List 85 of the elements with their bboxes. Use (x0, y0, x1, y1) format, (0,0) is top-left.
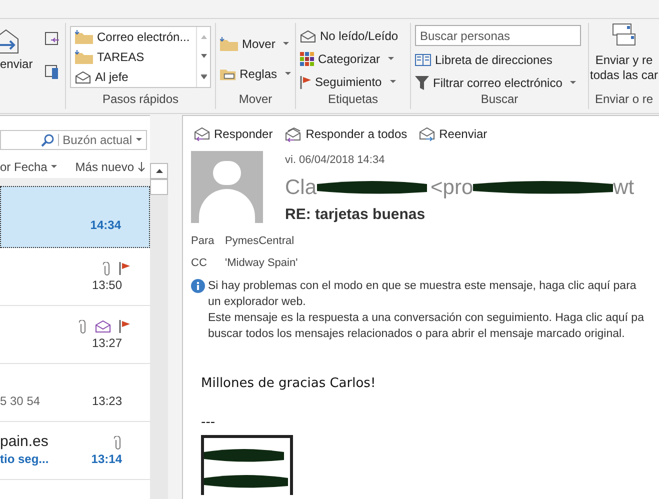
down-arrow-icon (138, 162, 145, 172)
filter-icon (415, 76, 429, 90)
reply-all-icon (284, 126, 302, 142)
paperclip-icon (79, 320, 87, 334)
flag-icon (300, 76, 311, 88)
folder-icon (75, 30, 93, 44)
ribbon-button[interactable]: Filtrar correo electrónico (415, 74, 584, 92)
ribbon-button[interactable]: Seguimiento (300, 73, 406, 91)
scrollbar[interactable] (150, 163, 168, 499)
sender-address: <pro (430, 174, 474, 200)
info-text: buscar todos los mensajes relacionados o para abrir el mensaje marcado original. (208, 326, 626, 342)
expand-icon[interactable] (200, 74, 206, 80)
recipient-label: Para (191, 234, 216, 248)
rules-icon (220, 67, 236, 81)
scroll-up-icon[interactable] (156, 169, 162, 173)
message-time: 13:50 (92, 276, 122, 294)
quick-step-item[interactable]: Al jefe (75, 68, 192, 86)
flag-icon (119, 320, 130, 333)
paperclip-icon (114, 436, 122, 450)
caret-icon (51, 165, 58, 169)
ribbon-button[interactable]: Libreta de direcciones (415, 51, 584, 69)
group-label: Etiquetas (326, 93, 380, 108)
ribbon-button[interactable]: Categorizar (300, 50, 406, 68)
caret-icon (136, 138, 142, 142)
message-time: 13:14 (91, 450, 122, 468)
caret-icon (283, 42, 290, 46)
forward-button[interactable]: enviar (0, 27, 33, 109)
message-sender: pain.es (0, 432, 48, 452)
info-text: un explorador web. (208, 294, 307, 310)
group-label: Enviar o re (594, 93, 654, 108)
search-scope-field[interactable]: Buzón actual (0, 130, 147, 150)
info-icon (191, 278, 205, 292)
category-grid-icon (300, 52, 314, 66)
message-date: vi. 06/04/2018 14:34 (285, 153, 386, 168)
body-text: --- (201, 414, 216, 432)
recipient-label: CC (191, 256, 208, 271)
calendar-icon[interactable] (44, 31, 59, 45)
quick-step-item[interactable]: TAREAS (75, 48, 192, 66)
message-time: 13:23 (92, 392, 122, 410)
recipient-value: PymesCentral (225, 234, 294, 248)
message-action-button[interactable]: Responder a todos (284, 125, 408, 143)
message-subject: RE: tarjetas buenas (285, 205, 426, 225)
recipient-value: 'Midway Spain' (225, 256, 298, 271)
address-book-icon (415, 54, 431, 66)
message-time: 13:27 (92, 334, 122, 352)
avatar-silhouette (191, 151, 263, 223)
sender-name: Cla (285, 174, 317, 200)
forward-icon (419, 127, 436, 141)
ribbon-button[interactable]: No leído/Leído (300, 27, 406, 45)
search-icon[interactable] (40, 134, 54, 146)
search-people-field[interactable]: Buscar personas (415, 25, 581, 46)
ribbon-button[interactable]: Reglas (220, 65, 291, 83)
caret-icon (390, 80, 396, 84)
group-label: Buscar (480, 93, 520, 108)
envelopes-icon (611, 23, 637, 47)
message-time: 14:34 (90, 217, 121, 234)
info-text: Este mensaje es la respuesta a una conversación con seguimiento. Haga clic aquí pa (208, 310, 644, 326)
envelope-icon (75, 70, 91, 84)
folder-icon (75, 50, 93, 64)
envelope-icon (95, 320, 111, 333)
scroll-thumb[interactable] (150, 179, 168, 195)
folder-icon (220, 37, 238, 51)
gallery-scroll[interactable] (196, 27, 210, 87)
sort-by-button[interactable]: or Fecha (0, 158, 58, 176)
body-text: Millones de gracias Carlos! (201, 374, 377, 392)
message-action-button[interactable]: Reenviar (419, 125, 488, 143)
ribbon-button[interactable]: Mover (220, 35, 291, 53)
message-preview: 5 30 54 (0, 392, 40, 410)
quick-step-item[interactable]: Correo electrón... (75, 28, 192, 46)
sort-order-button[interactable]: Más nuevo (75, 158, 145, 176)
caret-icon (570, 81, 576, 85)
message-row[interactable]: 14:34 (0, 186, 150, 248)
scroll-down-icon[interactable] (200, 54, 206, 58)
message-action-button[interactable]: Responder (194, 125, 273, 143)
group-label: Pasos rápidos (101, 93, 180, 108)
reply-icon (194, 127, 210, 141)
paperclip-icon (103, 262, 111, 276)
info-text: Si hay problemas con el modo en que se muestra este mensaje, haga clic aquí para (208, 278, 638, 294)
caret-icon (285, 72, 291, 76)
envelope-icon (300, 30, 316, 42)
sender-address-end: wt (613, 174, 634, 200)
caret-icon (388, 57, 394, 61)
flag-icon (119, 262, 130, 275)
group-label: Mover (238, 93, 274, 108)
message-preview: tio seg... (0, 450, 49, 468)
